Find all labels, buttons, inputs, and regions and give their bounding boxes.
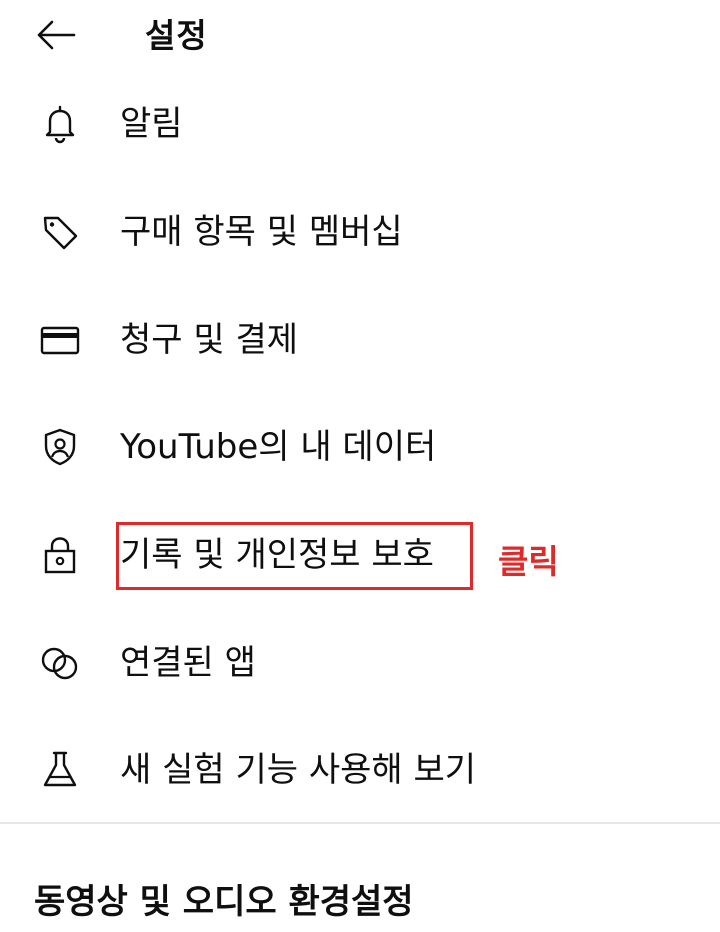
menu-item-label: 새 실험 기능 사용해 보기 bbox=[120, 750, 477, 790]
lock-icon bbox=[36, 531, 84, 579]
linked-circles-icon bbox=[36, 639, 84, 687]
menu-item-connected-apps[interactable]: 연결된 앱 bbox=[0, 609, 720, 717]
menu-item-notifications[interactable]: 알림 bbox=[0, 70, 720, 178]
menu-item-label: 구매 항목 및 멤버십 bbox=[120, 212, 403, 252]
shield-person-icon bbox=[36, 423, 84, 471]
menu-item-label: 기록 및 개인정보 보호 bbox=[120, 535, 434, 575]
click-annotation: 클릭 bbox=[498, 542, 559, 581]
page-title: 설정 bbox=[145, 16, 208, 55]
section-title: 동영상 및 오디오 환경설정 bbox=[34, 882, 414, 922]
divider bbox=[0, 822, 720, 824]
menu-item-your-data[interactable]: YouTube의 내 데이터 bbox=[0, 393, 720, 501]
menu-item-label: 청구 및 결제 bbox=[120, 320, 299, 360]
tag-icon bbox=[36, 208, 84, 256]
back-button[interactable] bbox=[26, 10, 86, 60]
menu-item-try-features[interactable]: 새 실험 기능 사용해 보기 bbox=[0, 716, 720, 824]
flask-icon bbox=[36, 746, 84, 794]
header: 설정 bbox=[0, 0, 720, 72]
bell-icon bbox=[36, 100, 84, 148]
menu-item-label: 연결된 앱 bbox=[120, 643, 256, 683]
menu-item-label: 알림 bbox=[120, 104, 183, 144]
arrow-left-icon bbox=[36, 20, 76, 50]
menu-item-label: YouTube의 내 데이터 bbox=[120, 427, 437, 467]
menu-item-history-privacy[interactable]: 기록 및 개인정보 보호 bbox=[0, 501, 720, 609]
credit-card-icon bbox=[36, 316, 84, 364]
menu-item-purchases[interactable]: 구매 항목 및 멤버십 bbox=[0, 178, 720, 286]
menu-item-billing[interactable]: 청구 및 결제 bbox=[0, 286, 720, 394]
